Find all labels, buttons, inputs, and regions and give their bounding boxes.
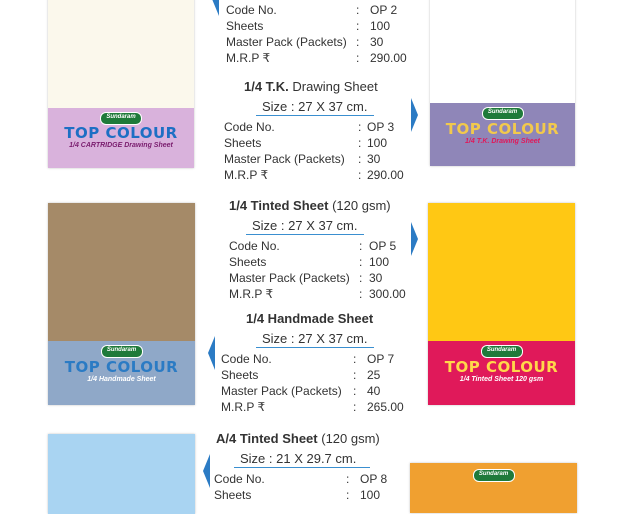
product-pack-op2: Sundaram TOP COLOUR 1/4 CARTRIDGE Drawin… — [48, 0, 194, 168]
spec-table-op2: Code No.: OP 2 Sheets:100 Master Pack (Pa… — [226, 3, 407, 65]
product-title-bold: 1/4 T.K. — [244, 79, 289, 94]
pack-logo: TOP COLOUR — [445, 120, 560, 138]
spec-label: Code No. — [229, 239, 280, 253]
pack-subtitle: 1/4 T.K. Drawing Sheet — [465, 138, 540, 145]
spec-value: 290.00 — [370, 51, 407, 65]
product-title-bold: A/4 Tinted Sheet — [216, 431, 318, 446]
product-title-bold: 1/4 Handmade Sheet — [246, 311, 374, 326]
spec-table-op5: Code No.: OP 5 Sheets:100 Master Pack (Pa… — [229, 239, 406, 301]
spec-value: OP 5 — [369, 239, 397, 253]
product-pack-op5: Sundaram TOP COLOUR 1/4 Tinted Sheet 120… — [428, 203, 575, 405]
pack-subtitle: 1/4 Handmade Sheet — [87, 376, 156, 383]
spec-label: M.R.P ₹ — [229, 287, 274, 301]
spec-value: 265.00 — [367, 400, 404, 414]
product-title: 1/4 Tinted Sheet (120 gsm) — [229, 198, 391, 213]
brand-label: Sundaram — [106, 114, 136, 120]
pack-subtitle: 1/4 CARTRIDGE Drawing Sheet — [69, 142, 173, 149]
brand-label: Sundaram — [487, 109, 518, 115]
pack-band: Sundaram TOP COLOUR 1/4 Handmade Sheet — [48, 341, 195, 405]
arrow-left-icon — [203, 454, 210, 488]
spec-value: 100 — [367, 136, 388, 150]
product-size: Size : 27 X 37 cm. — [246, 218, 364, 235]
product-title: 1/4 Handmade Sheet — [246, 311, 373, 326]
product-pack-op8 — [48, 434, 195, 514]
brand-label: Sundaram — [106, 347, 137, 353]
spec-label: M.R.P ₹ — [221, 400, 266, 414]
spec-label: Sheets — [229, 255, 267, 269]
product-title-rest: (120 gsm) — [328, 198, 391, 213]
arrow-left-icon — [208, 336, 215, 370]
arrow-left-icon — [212, 0, 219, 16]
spec-value: OP 3 — [367, 120, 395, 134]
spec-label: Master Pack (Packets) — [221, 384, 342, 398]
pack-logo: TOP COLOUR — [64, 358, 179, 376]
spec-value: 30 — [367, 152, 381, 166]
product-title: 1/4 T.K. Drawing Sheet — [244, 79, 378, 94]
spec-label: Code No. — [214, 472, 265, 486]
pack-logo: TOP COLOUR — [64, 124, 178, 142]
spec-value: 100 — [370, 19, 391, 33]
spec-table-op3: Code No.: OP 3 Sheets:100 Master Pack (Pa… — [224, 120, 404, 182]
spec-label: M.R.P ₹ — [224, 168, 269, 182]
pack-band: Sundaram TOP COLOUR 1/4 CARTRIDGE Drawin… — [48, 108, 194, 168]
spec-value: 30 — [370, 35, 384, 49]
spec-value: OP 8 — [360, 472, 388, 486]
product-title-bold: 1/4 Tinted Sheet — [229, 198, 329, 213]
spec-value: 100 — [369, 255, 390, 269]
product-size: Size : 21 X 29.7 cm. — [234, 451, 371, 468]
brand-label: Sundaram — [478, 471, 509, 477]
spec-label: Code No. — [224, 120, 275, 134]
pack-logo: TOP COLOUR — [444, 358, 559, 376]
spec-value: 30 — [369, 271, 383, 285]
spec-label: Master Pack (Packets) — [224, 152, 345, 166]
spec-value: 25 — [367, 368, 381, 382]
spec-label: Sheets — [221, 368, 259, 382]
spec-label: Master Pack (Packets) — [226, 35, 347, 49]
product-pack-op7: Sundaram TOP COLOUR 1/4 Handmade Sheet — [48, 203, 195, 405]
spec-table-op8: Code No.: OP 8 Sheets:100 — [214, 472, 388, 502]
spec-label: Sheets — [224, 136, 262, 150]
spec-table-op7: Code No.: OP 7 Sheets:25 Master Pack (Pac… — [221, 352, 404, 414]
product-title-rest: (120 gsm) — [317, 431, 380, 446]
spec-label: Sheets — [226, 19, 264, 33]
spec-value: OP 2 — [370, 3, 398, 17]
spec-label: Code No. — [226, 3, 277, 17]
spec-label: Code No. — [221, 352, 272, 366]
product-title: A/4 Tinted Sheet (120 gsm) — [216, 431, 380, 446]
spec-value: 100 — [360, 488, 381, 502]
spec-label: M.R.P ₹ — [226, 51, 271, 65]
brand-label: Sundaram — [486, 347, 517, 353]
pack-band: Sundaram TOP COLOUR 1/4 Tinted Sheet 120… — [428, 341, 575, 405]
product-size: Size : 27 X 37 cm. — [256, 331, 374, 348]
product-pack-op3: Sundaram TOP COLOUR 1/4 T.K. Drawing She… — [430, 0, 575, 166]
product-title-rest: Drawing Sheet — [288, 79, 378, 94]
spec-value: 40 — [367, 384, 381, 398]
spec-value: 290.00 — [367, 168, 404, 182]
product-size: Size : 27 X 37 cm. — [256, 99, 374, 116]
spec-label: Master Pack (Packets) — [229, 271, 350, 285]
product-pack-next: Sundaram — [410, 463, 577, 513]
pack-band: Sundaram TOP COLOUR 1/4 T.K. Drawing She… — [430, 103, 575, 166]
spec-label: Sheets — [214, 488, 252, 502]
spec-value: OP 7 — [367, 352, 395, 366]
pack-subtitle: 1/4 Tinted Sheet 120 gsm — [459, 376, 544, 383]
spec-value: 300.00 — [369, 287, 406, 301]
